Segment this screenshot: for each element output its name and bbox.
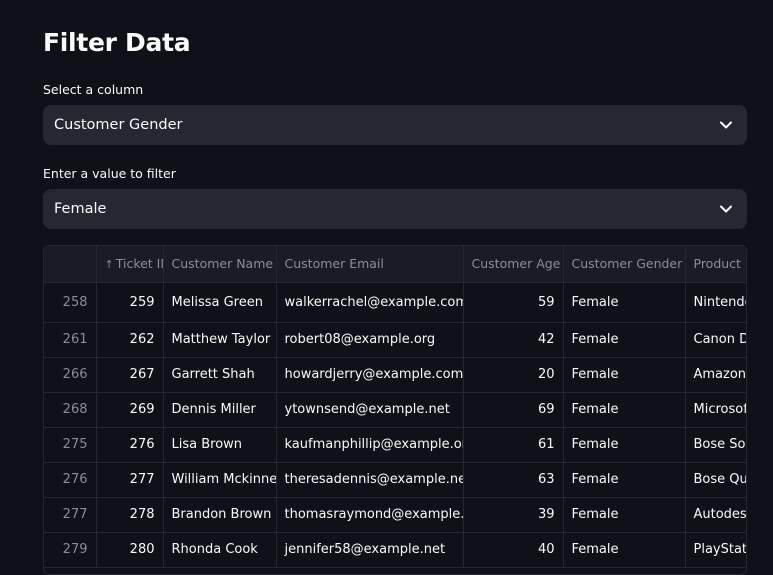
ticket-id-cell[interactable]: 262 — [96, 322, 164, 358]
product-purchased-cell[interactable]: Amazon Echo — [685, 357, 746, 393]
customer-age-cell[interactable]: 63 — [463, 462, 564, 498]
customer-gender-cell[interactable]: Female — [563, 357, 686, 393]
customer-age-cell[interactable]: 59 — [463, 282, 564, 323]
customer-email-cell[interactable]: kaufmanphillip@example.org — [276, 427, 464, 463]
customer-gender-cell[interactable]: Female — [563, 427, 686, 463]
customer-name-cell[interactable]: William Mckinney — [163, 462, 277, 498]
product-purchased-cell[interactable]: Autodesk AutoCAD — [685, 497, 746, 533]
customer-email-cell[interactable]: howardjerry@example.com — [276, 357, 464, 393]
chevron-down-icon[interactable] — [713, 189, 739, 229]
customer-gender-cell[interactable]: Female — [563, 392, 686, 428]
table-header-row: ↑Ticket ID Customer Name Customer Email … — [44, 246, 746, 283]
customer-email-cell[interactable]: jennifer58@example.net — [276, 532, 464, 568]
page-title: Filter Data — [43, 28, 191, 57]
customer-name-cell[interactable]: Dennis Miller — [163, 392, 277, 428]
column-header-customer-name[interactable]: Customer Name — [163, 246, 277, 283]
ticket-id-cell[interactable]: 277 — [96, 462, 164, 498]
row-index[interactable]: 279 — [44, 532, 97, 568]
customer-age-cell[interactable]: 69 — [463, 392, 564, 428]
row-index[interactable]: 261 — [44, 322, 97, 358]
column-header-ticket-id[interactable]: ↑Ticket ID — [96, 246, 164, 283]
customer-name-cell[interactable]: Garrett Shah — [163, 357, 277, 393]
customer-email-cell[interactable]: ytownsend@example.net — [276, 392, 464, 428]
customer-age-cell[interactable]: 20 — [463, 357, 564, 393]
customer-age-cell[interactable]: 42 — [463, 322, 564, 358]
sort-ascending-icon: ↑ — [104, 258, 114, 272]
row-index[interactable]: 276 — [44, 462, 97, 498]
table-row[interactable]: 258 259 Melissa Green walkerrachel@example.… — [44, 282, 746, 323]
column-header-customer-gender[interactable]: Customer Gender — [563, 246, 686, 283]
ticket-id-cell[interactable]: 269 — [96, 392, 164, 428]
customer-name-cell[interactable]: Rhonda Cook — [163, 532, 277, 568]
product-purchased-cell[interactable]: Canon DSLR Camera — [685, 322, 746, 358]
customer-name-cell[interactable]: Melissa Green — [163, 282, 277, 323]
customer-name-cell[interactable]: Lisa Brown — [163, 427, 277, 463]
table-row[interactable]: 277 278 Brandon Brown thomasraymond@example… — [44, 497, 746, 533]
ticket-id-cell[interactable]: 276 — [96, 427, 164, 463]
column-select[interactable]: Customer Gender — [43, 105, 747, 145]
customer-age-cell[interactable]: 40 — [463, 532, 564, 568]
chevron-down-icon[interactable] — [713, 105, 739, 145]
product-purchased-cell[interactable]: PlayStation — [685, 532, 746, 568]
customer-gender-cell[interactable]: Female — [563, 322, 686, 358]
data-table[interactable]: ↑Ticket ID Customer Name Customer Email … — [43, 245, 747, 575]
row-index[interactable]: 268 — [44, 392, 97, 428]
value-select[interactable]: Female — [43, 189, 747, 229]
customer-email-cell[interactable]: robert08@example.org — [276, 322, 464, 358]
customer-gender-cell[interactable]: Female — [563, 532, 686, 568]
column-header-label: Ticket ID — [115, 256, 162, 272]
customer-age-cell[interactable]: 61 — [463, 427, 564, 463]
customer-name-cell[interactable]: Matthew Taylor — [163, 322, 277, 358]
column-select-label: Select a column — [43, 82, 144, 97]
customer-gender-cell[interactable]: Female — [563, 282, 686, 323]
table-row[interactable]: 275 276 Lisa Brown kaufmanphillip@example.o… — [44, 427, 746, 463]
row-index[interactable]: 277 — [44, 497, 97, 533]
table-row[interactable]: 266 267 Garrett Shah howardjerry@example.co… — [44, 357, 746, 393]
value-select-value: Female — [54, 201, 107, 217]
ticket-id-cell[interactable]: 267 — [96, 357, 164, 393]
column-header-customer-age[interactable]: Customer Age — [463, 246, 564, 283]
column-select-value: Customer Gender — [54, 117, 183, 133]
ticket-id-cell[interactable]: 280 — [96, 532, 164, 568]
column-header-index[interactable] — [44, 246, 97, 283]
product-purchased-cell[interactable]: Bose SoundLink Speaker — [685, 427, 746, 463]
column-header-customer-email[interactable]: Customer Email — [276, 246, 464, 283]
customer-email-cell[interactable]: thomasraymond@example.net — [276, 497, 464, 533]
product-purchased-cell[interactable]: Nintendo Switch — [685, 282, 746, 323]
row-index[interactable]: 266 — [44, 357, 97, 393]
table-row[interactable]: 276 277 William Mckinney theresadennis@exam… — [44, 462, 746, 498]
table-row[interactable]: 261 262 Matthew Taylor robert08@example.org… — [44, 322, 746, 358]
value-select-label: Enter a value to filter — [43, 166, 176, 181]
product-purchased-cell[interactable]: Microsoft Office — [685, 392, 746, 428]
customer-email-cell[interactable]: theresadennis@example.net — [276, 462, 464, 498]
row-index[interactable]: 258 — [44, 282, 97, 323]
product-purchased-cell[interactable]: Bose QuietComfort — [685, 462, 746, 498]
table-row[interactable]: 268 269 Dennis Miller ytownsend@example.net… — [44, 392, 746, 428]
customer-gender-cell[interactable]: Female — [563, 497, 686, 533]
customer-name-cell[interactable]: Brandon Brown — [163, 497, 277, 533]
ticket-id-cell[interactable]: 278 — [96, 497, 164, 533]
customer-gender-cell[interactable]: Female — [563, 462, 686, 498]
column-header-product-purchased[interactable]: Product Purchased — [685, 246, 746, 283]
customer-email-cell[interactable]: walkerrachel@example.com — [276, 282, 464, 323]
row-index[interactable]: 275 — [44, 427, 97, 463]
table-row[interactable]: 279 280 Rhonda Cook jennifer58@example.net 4… — [44, 532, 746, 568]
customer-age-cell[interactable]: 39 — [463, 497, 564, 533]
ticket-id-cell[interactable]: 259 — [96, 282, 164, 323]
